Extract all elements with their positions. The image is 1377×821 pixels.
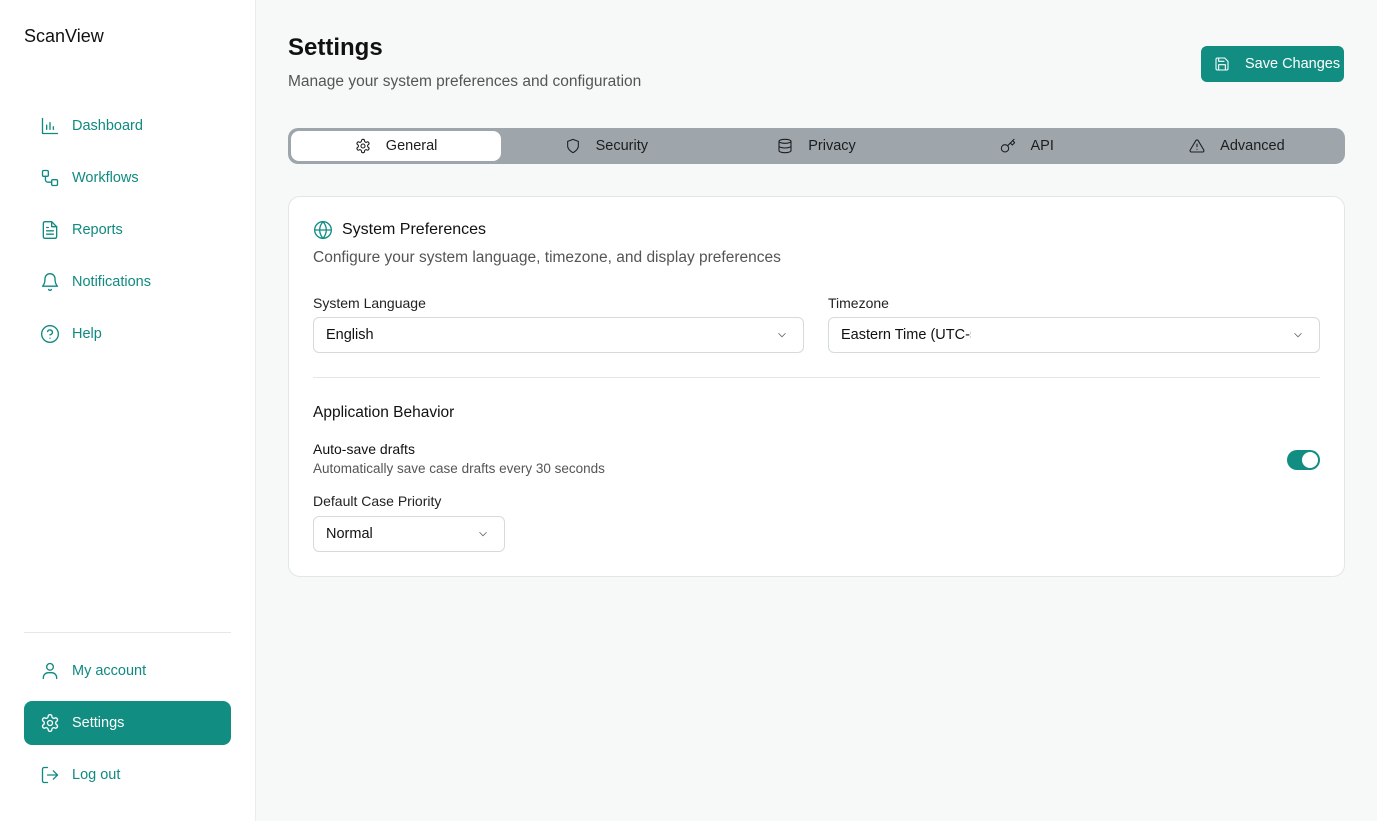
- sidebar-item-label: Workflows: [72, 170, 139, 186]
- card-description: Configure your system language, timezone…: [313, 249, 781, 266]
- app-logo: ScanView: [24, 26, 104, 46]
- sidebar-item-notifications[interactable]: Notifications: [24, 260, 231, 304]
- gear-icon: [40, 713, 60, 733]
- sidebar-item-label: Reports: [72, 222, 123, 238]
- sidebar-item-help[interactable]: Help: [24, 312, 231, 356]
- save-changes-label: Save Changes: [1245, 56, 1341, 72]
- sidebar-item-workflows[interactable]: Workflows: [24, 156, 231, 200]
- timezone-value: Eastern Time (UTC-5: [841, 327, 971, 343]
- tab-label: Advanced: [1220, 138, 1285, 154]
- sidebar-item-label: Dashboard: [72, 118, 143, 134]
- timezone-select[interactable]: Eastern Time (UTC-5: [828, 317, 1320, 353]
- sidebar-bottom-nav: My account Settings Log out: [24, 649, 231, 805]
- application-behavior-title: Application Behavior: [313, 404, 455, 421]
- autosave-description: Automatically save case drafts every 30 …: [313, 461, 605, 476]
- sidebar-item-label: Settings: [72, 715, 125, 731]
- tab-label: General: [385, 138, 438, 154]
- tab-security[interactable]: Security: [501, 131, 711, 161]
- chevron-down-icon: [778, 332, 786, 338]
- sidebar-item-settings[interactable]: Settings: [24, 701, 231, 745]
- sidebar: ScanView Dashboard Workflows Reports Not…: [0, 0, 256, 821]
- help-circle-icon: [40, 324, 60, 344]
- sidebar-item-log-out[interactable]: Log out: [24, 753, 231, 797]
- card-title: System Preferences: [342, 221, 487, 238]
- tab-advanced[interactable]: Advanced: [1132, 131, 1342, 161]
- warning-icon: [1189, 139, 1205, 153]
- sidebar-divider: [24, 632, 231, 633]
- card-header: System Preferences: [313, 220, 486, 240]
- system-language-label: System Language: [313, 295, 426, 311]
- bell-icon: [40, 272, 60, 292]
- section-divider: [313, 377, 1320, 378]
- sidebar-item-dashboard[interactable]: Dashboard: [24, 104, 231, 148]
- save-changes-button[interactable]: Save Changes: [1201, 46, 1344, 82]
- sidebar-item-my-account[interactable]: My account: [24, 649, 231, 693]
- settings-tabs: General Security Privacy API Advanced: [288, 128, 1345, 164]
- tab-privacy[interactable]: Privacy: [711, 131, 921, 161]
- tab-label: Security: [595, 138, 648, 154]
- autosave-toggle[interactable]: [1287, 450, 1320, 470]
- chevron-down-icon: [1294, 332, 1302, 338]
- globe-icon: [314, 220, 332, 240]
- tab-label: Privacy: [808, 138, 856, 154]
- chevron-down-icon: [479, 531, 487, 537]
- bar-chart-icon: [40, 116, 60, 136]
- sidebar-nav: Dashboard Workflows Reports Notification…: [24, 104, 231, 364]
- toggle-knob: [1302, 452, 1318, 468]
- sidebar-item-reports[interactable]: Reports: [24, 208, 231, 252]
- autosave-title: Auto-save drafts: [313, 441, 415, 457]
- logout-icon: [40, 765, 60, 785]
- page-subtitle: Manage your system preferences and confi…: [288, 73, 642, 90]
- tab-api[interactable]: API: [922, 131, 1132, 161]
- page-title: Settings: [288, 34, 383, 61]
- system-language-select[interactable]: English: [313, 317, 804, 353]
- gear-icon: [356, 138, 370, 154]
- system-preferences-card: System Preferences Configure your system…: [288, 196, 1345, 577]
- sidebar-item-label: Notifications: [72, 274, 151, 290]
- sidebar-item-label: Log out: [72, 767, 121, 783]
- shield-icon: [566, 138, 579, 154]
- tab-general[interactable]: General: [291, 131, 502, 161]
- sidebar-item-label: Help: [72, 326, 102, 342]
- system-language-value: English: [326, 327, 374, 343]
- document-icon: [40, 220, 60, 240]
- default-priority-value: Normal: [326, 526, 373, 542]
- tab-label: API: [1030, 138, 1054, 154]
- default-priority-label: Default Case Priority: [313, 493, 442, 509]
- save-icon: [1215, 57, 1229, 71]
- key-icon: [1000, 138, 1015, 153]
- timezone-label: Timezone: [828, 295, 889, 311]
- default-priority-select[interactable]: Normal: [313, 516, 505, 552]
- user-icon: [40, 661, 60, 681]
- database-icon: [778, 138, 792, 154]
- workflow-icon: [40, 168, 60, 188]
- sidebar-item-label: My account: [72, 663, 147, 679]
